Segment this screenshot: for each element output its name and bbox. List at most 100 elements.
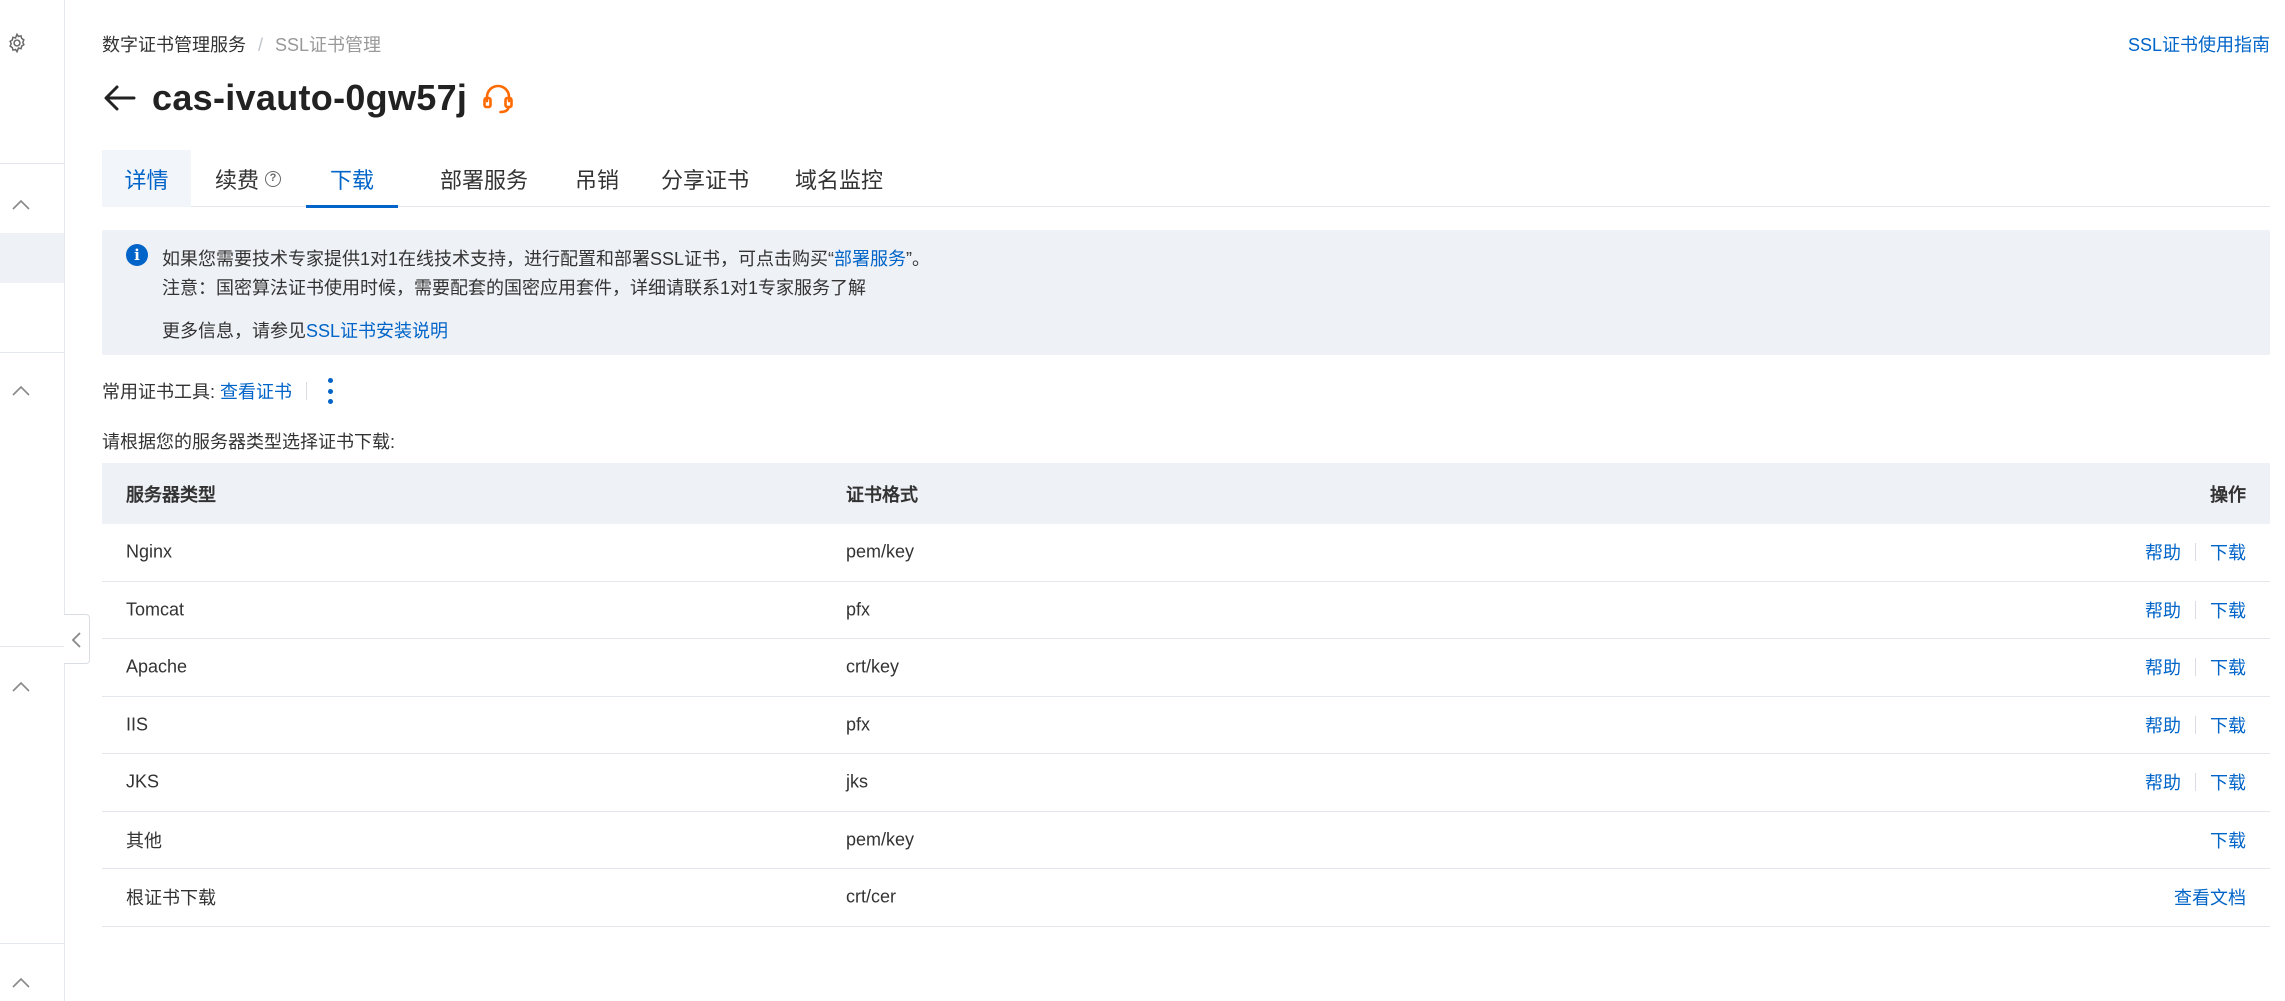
cell-server: 其他 [126,830,162,851]
instruction-text: 请根据您的服务器类型选择证书下载: [102,432,395,452]
tab-domain-monitor[interactable]: 域名监控 [774,150,904,207]
rail-active-item[interactable] [0,233,64,283]
notice-text: 更多信息，请参见 [162,321,306,341]
cell-actions: 帮助 下载 [2145,712,2246,738]
table-row: Tomcat pfx 帮助 下载 [102,582,2270,639]
cell-format: crt/cer [846,886,897,907]
rail-divider [0,646,64,647]
cell-server: 根证书下载 [126,888,216,909]
download-link[interactable]: 下载 [2210,539,2246,565]
chevron-up-icon[interactable] [10,198,32,212]
help-link[interactable]: 帮助 [2145,769,2181,795]
chevron-up-icon[interactable] [10,976,32,990]
tab-renew[interactable]: 续费? [202,150,294,207]
info-notice: i 如果您需要技术专家提供1对1在线技术支持，进行配置和部署SSL证书，可点击购… [102,230,2270,355]
tab-revoke[interactable]: 吊销 [562,150,632,207]
download-link[interactable]: 下载 [2210,597,2246,623]
breadcrumb-parent[interactable]: 数字证书管理服务 [102,35,246,55]
title-row: cas-ivauto-0gw57j [102,74,515,122]
help-link[interactable]: 帮助 [2145,597,2181,623]
left-rail [0,0,65,1001]
rail-divider [0,163,64,164]
download-link[interactable]: 下载 [2210,769,2246,795]
question-icon[interactable]: ? [265,170,281,187]
back-arrow-icon[interactable] [102,80,138,116]
cell-server: Tomcat [126,599,185,620]
divider [2195,658,2196,677]
notice-line-2: 注意：国密算法证书使用时候，需要配套的国密应用套件，详细请联系1对1专家服务了解 [162,278,867,298]
cell-format: pem/key [846,829,915,850]
cell-actions: 查看文档 [2174,884,2246,910]
chevron-up-icon[interactable] [10,680,32,694]
cell-actions: 帮助 下载 [2145,597,2246,623]
download-link[interactable]: 下载 [2210,654,2246,680]
cert-tools-label: 常用证书工具: [102,382,216,402]
info-icon: i [126,244,148,266]
app-root: 数字证书管理服务 / SSL证书管理 SSL证书使用指南 cas-ivauto-0g… [0,0,2285,1001]
table-row: 根证书下载 crt/cer 查看文档 [102,869,2270,927]
tab-share-cert[interactable]: 分享证书 [640,150,770,207]
header-action: 操作 [2210,484,2246,505]
tab-deploy-service[interactable]: 部署服务 [416,150,552,207]
chevron-up-icon[interactable] [10,384,32,398]
divider [2195,543,2196,562]
chevron-left-icon [71,632,81,648]
divider [306,382,308,400]
help-link[interactable]: 帮助 [2145,539,2181,565]
tab-download[interactable]: 下载 [306,150,398,208]
notice-text: ”。 [906,249,931,269]
rail-divider [0,352,64,353]
cell-format: pfx [846,599,871,620]
cell-server: Apache [126,656,188,677]
cell-format: crt/key [846,656,900,677]
ssl-guide-link[interactable]: SSL证书使用指南 [2128,31,2270,57]
headset-icon[interactable] [481,81,515,115]
sidebar-collapse-button[interactable] [64,614,90,664]
download-link[interactable]: 下载 [2210,712,2246,738]
divider [2195,600,2196,619]
table-row: Apache crt/key 帮助 下载 [102,639,2270,697]
view-cert-link[interactable]: 查看证书 [220,378,292,404]
tab-label: 详情 [124,167,169,193]
cell-actions: 帮助 下载 [2145,769,2246,795]
notice-line-3: 更多信息，请参见SSL证书安装说明 [162,317,448,343]
notice-text: 如果您需要技术专家提供1对1在线技术支持，进行配置和部署SSL证书，可点击购买“ [162,249,835,269]
table-row: Nginx pem/key 帮助 下载 [102,524,2270,582]
cell-actions: 帮助 下载 [2145,539,2246,565]
cell-server: Nginx [126,541,173,562]
help-link[interactable]: 帮助 [2145,712,2181,738]
deploy-service-link[interactable]: 部署服务 [834,249,906,269]
notice-line-1: 如果您需要技术专家提供1对1在线技术支持，进行配置和部署SSL证书，可点击购买“… [162,245,930,271]
tab-label: 下载 [329,167,374,193]
table-header: 服务器类型 证书格式 操作 [102,463,2270,524]
tab-label: 域名监控 [794,167,883,193]
view-docs-link[interactable]: 查看文档 [2174,884,2246,910]
breadcrumb-current: SSL证书管理 [275,35,382,55]
breadcrumb-separator: / [258,35,264,55]
table-row: 其他 pem/key 下载 [102,812,2270,869]
tab-label: 续费 [214,167,259,193]
tab-bar: 详情 续费? 下载 部署服务 吊销 分享证书 域名监控 [102,150,2270,208]
tab-label: 吊销 [574,167,619,193]
cell-server: IIS [126,714,149,735]
download-link[interactable]: 下载 [2210,827,2246,853]
help-link[interactable]: 帮助 [2145,654,2181,680]
tab-label: 部署服务 [439,167,528,193]
cell-server: JKS [126,771,160,792]
divider [2195,773,2196,792]
table-row: JKS jks 帮助 下载 [102,754,2270,812]
divider [2195,715,2196,734]
header-server-type: 服务器类型 [126,484,216,505]
cell-format: pfx [846,714,871,735]
cell-actions: 下载 [2210,827,2246,853]
rail-divider [0,943,64,944]
more-vertical-icon[interactable] [327,378,333,404]
header-format: 证书格式 [846,484,918,505]
gear-icon[interactable] [6,32,28,54]
cert-tools: 常用证书工具: 查看证书 [102,378,333,404]
install-guide-link[interactable]: SSL证书安装说明 [306,321,448,341]
table-row: IIS pfx 帮助 下载 [102,697,2270,754]
tab-label: 分享证书 [660,167,749,193]
page-title: cas-ivauto-0gw57j [152,77,468,118]
tab-details[interactable]: 详情 [102,150,191,207]
